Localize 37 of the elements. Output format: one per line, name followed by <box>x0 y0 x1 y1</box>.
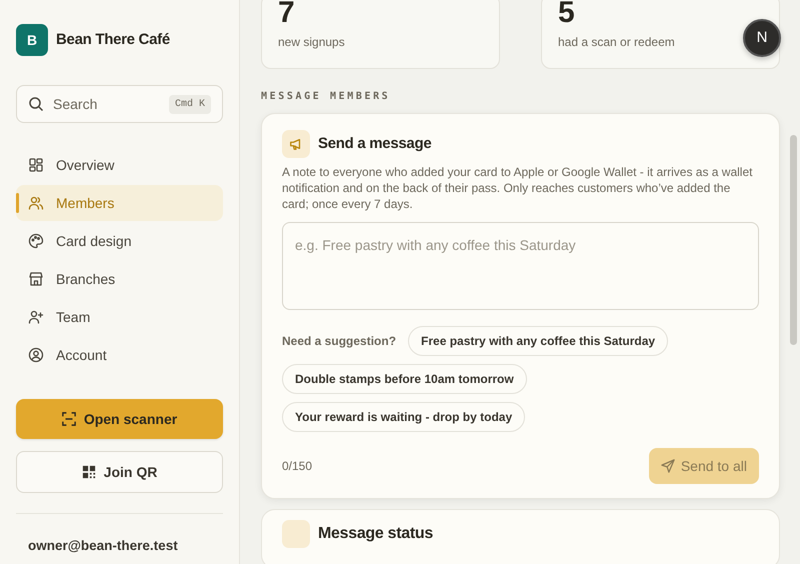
send-icon <box>660 459 675 473</box>
brand-name: Bean There Café <box>56 30 170 50</box>
shortcut-hint: Cmd K <box>168 95 211 114</box>
nav-item[interactable]: Overview <box>16 147 223 183</box>
character-counter: 0/150 <box>282 458 312 475</box>
qr-code-icon <box>82 465 96 479</box>
suggestion-label: Need a suggestion? <box>282 333 396 350</box>
card-title: Message status <box>318 524 433 544</box>
user-plus-icon <box>28 309 44 325</box>
nav-item[interactable]: Branches <box>16 261 223 297</box>
section-heading: MESSAGE MEMBERS <box>261 90 392 104</box>
stat-value: 7 <box>278 0 296 31</box>
grid-icon <box>28 157 44 173</box>
nav-item[interactable]: Card design <box>16 223 223 259</box>
message-field[interactable]: e.g. Free pastry with any coffee this Saturday <box>282 222 759 310</box>
suggestion-chip[interactable]: Your reward is waiting - drop by today <box>282 402 526 432</box>
stat-label: new signups <box>278 34 345 51</box>
user-email: owner@bean-there.test <box>16 513 223 556</box>
join-qr-button[interactable]: Join QR <box>16 451 223 493</box>
logo-icon: B <box>16 24 48 56</box>
scrollbar[interactable] <box>790 135 797 345</box>
suggestion-chip[interactable]: Free pastry with any coffee this Saturday <box>408 326 668 356</box>
stat-label: had a scan or redeem <box>558 34 675 51</box>
scan-icon <box>62 412 76 426</box>
store-icon <box>28 271 44 287</box>
users-icon <box>28 195 44 211</box>
nav-item[interactable]: Team <box>16 299 223 335</box>
megaphone-icon <box>282 130 310 158</box>
palette-icon <box>28 233 44 249</box>
nav-item[interactable]: Account <box>16 337 223 373</box>
suggestion-chip[interactable]: Double stamps before 10am tomorrow <box>282 364 527 394</box>
card-description: A note to everyone who added your card to Apple or Google Wallet - it arrives as a wallet notification and on the back of their pass. Only reaches customers who’ve added the card; once every 7 days. <box>282 164 754 212</box>
scanner-button[interactable]: Open scanner <box>16 399 223 439</box>
stat-value: 5 <box>558 0 576 31</box>
card-title: Send a message <box>318 134 432 154</box>
user-circle-icon <box>28 347 44 363</box>
search-icon <box>28 96 44 112</box>
